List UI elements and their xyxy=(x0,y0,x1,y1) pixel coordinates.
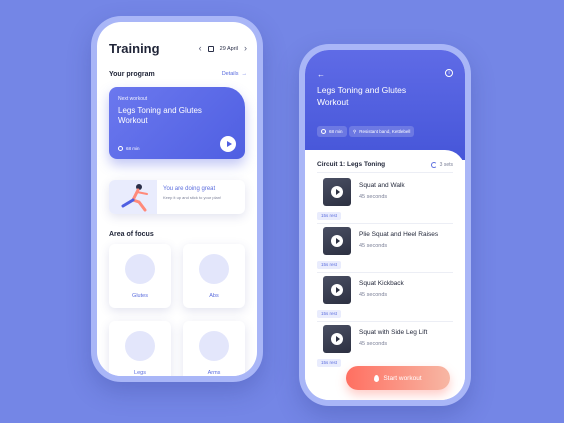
next-workout-card[interactable]: Next workout Legs Toning and Glutes Work… xyxy=(109,87,245,159)
divider xyxy=(317,272,453,273)
focus-label: Legs xyxy=(134,370,146,376)
workout-duration: 68 min xyxy=(118,146,140,151)
exercise-thumbnail[interactable] xyxy=(323,227,351,255)
info-icon[interactable]: i xyxy=(445,69,453,77)
workout-header: ← i Legs Toning and Glutes Workout 68 mi… xyxy=(305,50,465,160)
exercise-row[interactable]: Squat Kickback 45 seconds xyxy=(317,276,453,306)
equipment-value: Resistant band, Kettlebell xyxy=(359,129,411,134)
focus-legs[interactable]: Legs xyxy=(109,321,171,376)
exercise-name: Plie Squat and Heel Raises xyxy=(359,231,439,238)
section-area-of-focus: Area of focus xyxy=(109,231,154,238)
exercise-time: 45 seconds xyxy=(359,292,388,298)
duration-tag: 68 min xyxy=(317,126,347,137)
exercise-thumbnail[interactable] xyxy=(323,276,351,304)
divider xyxy=(317,321,453,322)
exercise-thumbnail[interactable] xyxy=(323,178,351,206)
focus-label: Glutes xyxy=(132,293,148,299)
focus-abs[interactable]: Abs xyxy=(183,244,245,308)
play-icon xyxy=(331,186,343,198)
runner-illustration xyxy=(109,180,157,214)
motivation-text: Keep it up and stick to your plan! xyxy=(163,195,222,200)
motivation-title: You are doing great xyxy=(163,186,216,192)
arms-illustration xyxy=(199,331,229,361)
sets-value: 3 sets xyxy=(439,162,453,168)
chevron-left-icon[interactable]: ‹ xyxy=(199,44,202,53)
exercise-row[interactable]: Squat and Walk 45 seconds xyxy=(317,178,453,208)
exercise-name: Squat with Side Leg Lift xyxy=(359,329,428,336)
sets-indicator: 3 sets xyxy=(430,162,453,168)
page-title: Training xyxy=(109,41,160,56)
duration-value: 68 min xyxy=(329,129,343,134)
workout-title: Legs Toning and Glutes Workout xyxy=(317,85,407,107)
divider xyxy=(317,223,453,224)
workout-detail-screen: ← i Legs Toning and Glutes Workout 68 mi… xyxy=(305,50,465,400)
exercise-name: Squat and Walk xyxy=(359,182,405,189)
section-your-program: Your program xyxy=(109,71,155,78)
phone-training: Training ‹ 29 April › Your program Detai… xyxy=(91,16,263,382)
equipment-tag: ⚲ Resistant band, Kettlebell xyxy=(349,126,415,137)
workout-body: Circuit 1: Legs Toning 3 sets Squat and … xyxy=(305,150,465,400)
flame-icon xyxy=(374,374,380,382)
training-screen: Training ‹ 29 April › Your program Detai… xyxy=(97,22,257,376)
glutes-illustration xyxy=(125,254,155,284)
legs-illustration xyxy=(125,331,155,361)
arrow-right-icon: → xyxy=(241,71,248,77)
exercise-thumbnail[interactable] xyxy=(323,325,351,353)
play-button[interactable] xyxy=(220,136,236,152)
date-selector: ‹ 29 April › xyxy=(199,44,247,53)
rest-badge: 15s rest xyxy=(317,212,342,220)
rest-badge: 15s rest xyxy=(317,359,342,367)
circuit-title: Circuit 1: Legs Toning xyxy=(317,161,386,168)
start-workout-button[interactable]: Start workout xyxy=(346,366,450,390)
workout-title: Legs Toning and Glutes Workout xyxy=(118,106,202,125)
exercise-time: 45 seconds xyxy=(359,194,388,200)
back-arrow-icon[interactable]: ← xyxy=(317,70,325,79)
next-workout-label: Next workout xyxy=(118,96,148,102)
exercise-row[interactable]: Squat with Side Leg Lift 45 seconds xyxy=(317,325,453,355)
focus-label: Arms xyxy=(207,370,221,376)
clock-icon xyxy=(118,146,123,151)
details-label: Details xyxy=(221,71,239,77)
divider xyxy=(317,172,453,173)
exercise-time: 45 seconds xyxy=(359,341,388,347)
play-icon xyxy=(331,333,343,345)
focus-label: Abs xyxy=(209,293,219,299)
kettlebell-icon: ⚲ xyxy=(353,128,357,134)
phone-workout-detail: ← i Legs Toning and Glutes Workout 68 mi… xyxy=(299,44,471,406)
refresh-icon xyxy=(430,162,437,168)
play-icon xyxy=(331,284,343,296)
start-workout-label: Start workout xyxy=(383,374,422,382)
clock-icon xyxy=(321,129,326,134)
exercise-row[interactable]: Plie Squat and Heel Raises 45 seconds xyxy=(317,227,453,257)
exercise-name: Squat Kickback xyxy=(359,280,404,287)
rest-badge: 15s rest xyxy=(317,310,342,318)
rest-badge: 15s rest xyxy=(317,261,342,269)
duration-value: 68 min xyxy=(126,146,140,151)
motivation-card: You are doing great Keep it up and stick… xyxy=(109,180,245,214)
focus-glutes[interactable]: Glutes xyxy=(109,244,171,308)
details-link[interactable]: Details → xyxy=(222,71,247,77)
exercise-time: 45 seconds xyxy=(359,243,388,249)
calendar-icon xyxy=(207,45,214,52)
play-icon xyxy=(331,235,343,247)
play-icon xyxy=(226,141,232,147)
focus-arms[interactable]: Arms xyxy=(183,321,245,376)
chevron-right-icon[interactable]: › xyxy=(244,44,247,53)
date-label: 29 April xyxy=(219,45,238,52)
abs-illustration xyxy=(199,254,229,284)
